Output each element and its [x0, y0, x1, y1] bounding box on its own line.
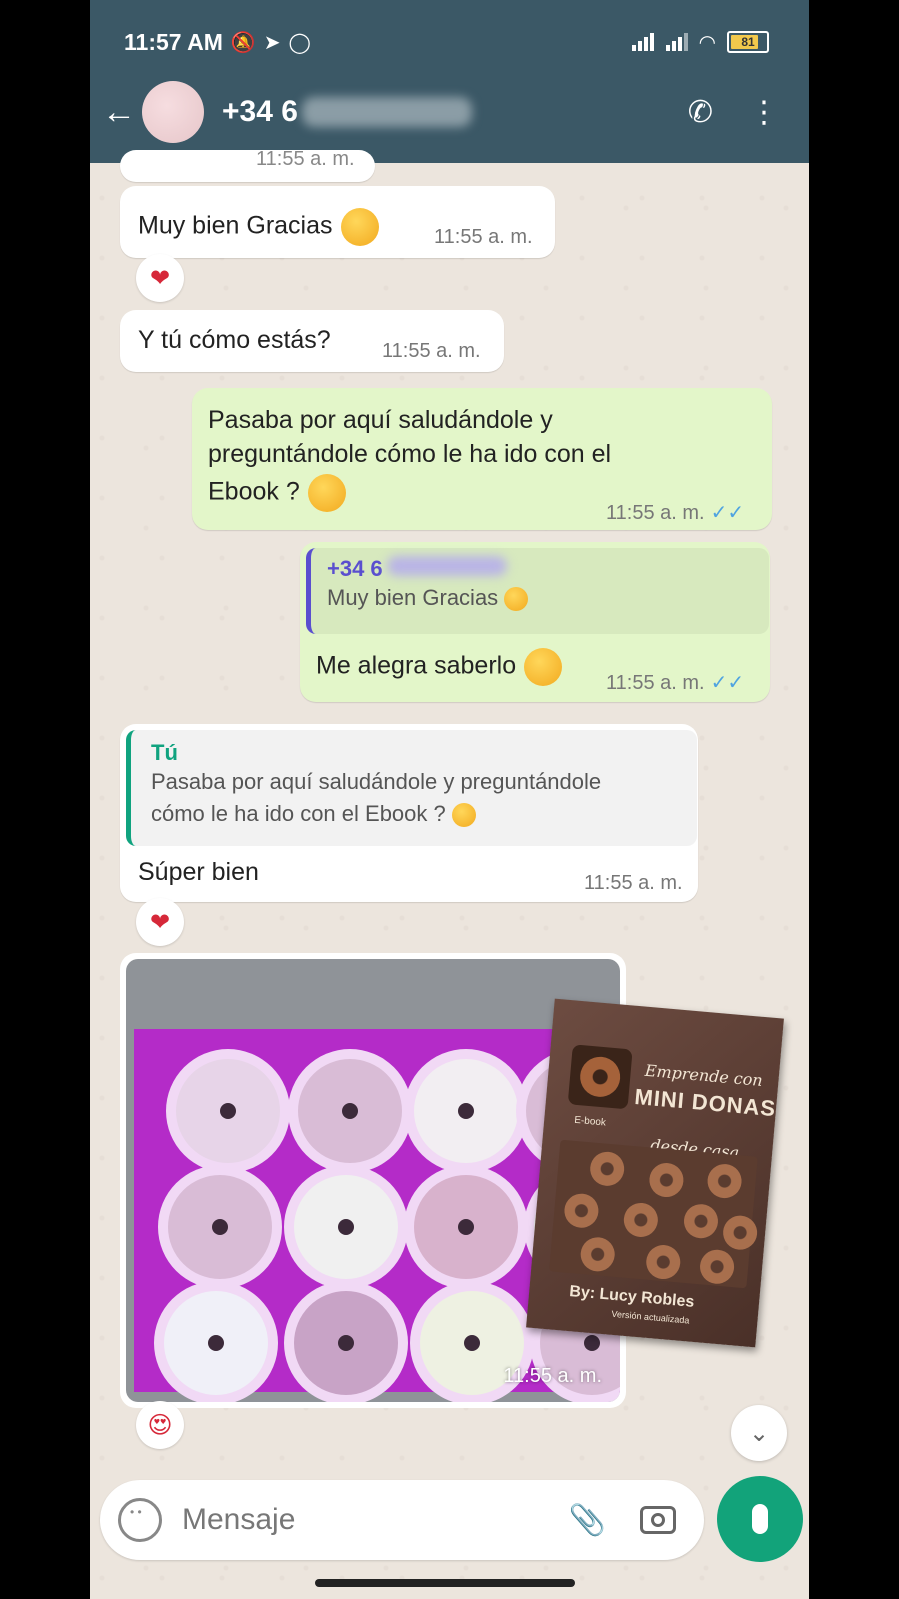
mic-button[interactable] — [717, 1476, 803, 1562]
heart-eyes-reaction-icon[interactable]: 😍 — [136, 1401, 184, 1449]
redacted-number — [301, 97, 472, 127]
message-time: 11:55 a. m. — [606, 672, 705, 694]
back-arrow-icon[interactable]: ← — [102, 93, 138, 132]
message-text: Súper bien — [138, 858, 259, 886]
mute-bell-icon: 🔕 — [230, 31, 256, 54]
status-bar: 11:57 AM 🔕 ➤ ◯ ◠ 81 — [124, 22, 769, 62]
message-bubble-prev[interactable]: 11:55 a. m. — [120, 148, 375, 182]
ebook-author: By: Lucy Robles — [568, 1283, 695, 1311]
double-check-icon: ✓✓ — [710, 502, 745, 524]
message-bubble-in[interactable]: Tú Pasaba por aquí saludándole y pregunt… — [120, 724, 698, 902]
message-bubble-out[interactable]: +34 6 Muy bien Gracias Me alegra saberlo… — [300, 542, 770, 702]
message-time: 11:55 a. m. — [382, 340, 481, 362]
quote-author: Tú — [151, 740, 178, 765]
message-bubble-in[interactable]: Muy bien Gracias 11:55 a. m. — [120, 186, 555, 258]
gesture-bar — [315, 1579, 575, 1587]
whatsapp-icon: ◯ — [288, 31, 311, 54]
double-check-icon: ✓✓ — [710, 672, 745, 694]
quote-author: +34 6 — [327, 556, 383, 581]
message-time: 11:55 a. m. — [584, 872, 683, 894]
heart-reaction-icon[interactable]: ❤ — [136, 254, 184, 302]
smiling-emoji-icon — [504, 587, 529, 612]
donut — [176, 1059, 280, 1163]
scroll-down-button[interactable]: ⌄ — [731, 1405, 787, 1461]
message-text-line: Ebook ? — [208, 477, 300, 506]
message-input[interactable]: Mensaje — [182, 1503, 569, 1537]
camera-icon[interactable] — [640, 1506, 676, 1534]
message-time: 11:55 a. m. — [606, 502, 705, 524]
donut — [298, 1059, 402, 1163]
avatar[interactable] — [142, 81, 204, 143]
ebook-version: Versión actualizada — [611, 1308, 690, 1326]
ebook-title-main: MINI DONAS — [633, 1083, 778, 1122]
message-text: Me alegra saberlo — [316, 651, 517, 680]
chat-screen: 11:57 AM 🔕 ➤ ◯ ◠ 81 ← +34 6 ✆ ⋮ 11:55 a.… — [90, 0, 809, 1599]
battery-icon: 81 — [727, 31, 769, 53]
donut — [414, 1175, 518, 1279]
message-text-line: Pasaba por aquí saludándole y — [208, 406, 553, 434]
quote-text-line: Pasaba por aquí saludándole y preguntánd… — [151, 769, 602, 794]
message-text: Y tú cómo estás? — [138, 326, 331, 354]
quoted-message[interactable]: Tú Pasaba por aquí saludándole y pregunt… — [126, 730, 697, 846]
message-bubble-out[interactable]: Pasaba por aquí saludándole y preguntánd… — [192, 388, 772, 530]
donut — [168, 1175, 272, 1279]
smiling-emoji-icon — [307, 474, 346, 512]
heart-reaction-icon[interactable]: ❤ — [136, 898, 184, 946]
message-bubble-in[interactable]: Y tú cómo estás? 11:55 a. m. — [120, 310, 504, 372]
donut — [414, 1059, 518, 1163]
signal-icon-2 — [665, 33, 688, 51]
donut — [294, 1291, 398, 1395]
smiling-emoji-icon — [524, 648, 563, 686]
quote-text-line: cómo le ha ido con el Ebook ? — [151, 801, 446, 826]
chat-header: 11:57 AM 🔕 ➤ ◯ ◠ 81 ← +34 6 ✆ ⋮ — [90, 0, 809, 163]
donut — [164, 1291, 268, 1395]
message-text: Muy bien Gracias — [138, 211, 333, 240]
more-options-icon[interactable]: ⋮ — [749, 95, 779, 130]
wifi-icon: ◠ — [699, 31, 715, 54]
add-call-icon[interactable]: ✆ — [688, 95, 713, 130]
status-time: 11:57 AM — [124, 28, 223, 55]
attach-icon[interactable]: 📎 — [569, 1503, 606, 1538]
quote-text: Muy bien Gracias — [327, 585, 499, 610]
signal-icon — [631, 33, 654, 51]
emoji-icon[interactable] — [118, 1498, 162, 1542]
telegram-icon: ➤ — [263, 31, 281, 54]
contact-name[interactable]: +34 6 — [222, 95, 472, 129]
donut-icon — [567, 1044, 633, 1110]
message-text-line: preguntándole cómo le ha ido con el — [208, 440, 612, 468]
donut — [294, 1175, 398, 1279]
ebook-donuts-image — [549, 1139, 759, 1289]
ebook-tag: E-book — [573, 1114, 607, 1129]
message-time: 11:55 a. m. — [503, 1365, 602, 1387]
smiling-emoji-icon — [451, 803, 476, 828]
quoted-message[interactable]: +34 6 Muy bien Gracias — [306, 548, 769, 634]
smiling-emoji-icon — [340, 208, 379, 246]
message-time: 11:55 a. m. — [434, 226, 533, 248]
mic-icon — [752, 1504, 768, 1534]
message-composer: Mensaje 📎 — [100, 1480, 704, 1560]
ebook-cover: E-book Emprende con MINI DONAS desde cas… — [526, 998, 784, 1348]
